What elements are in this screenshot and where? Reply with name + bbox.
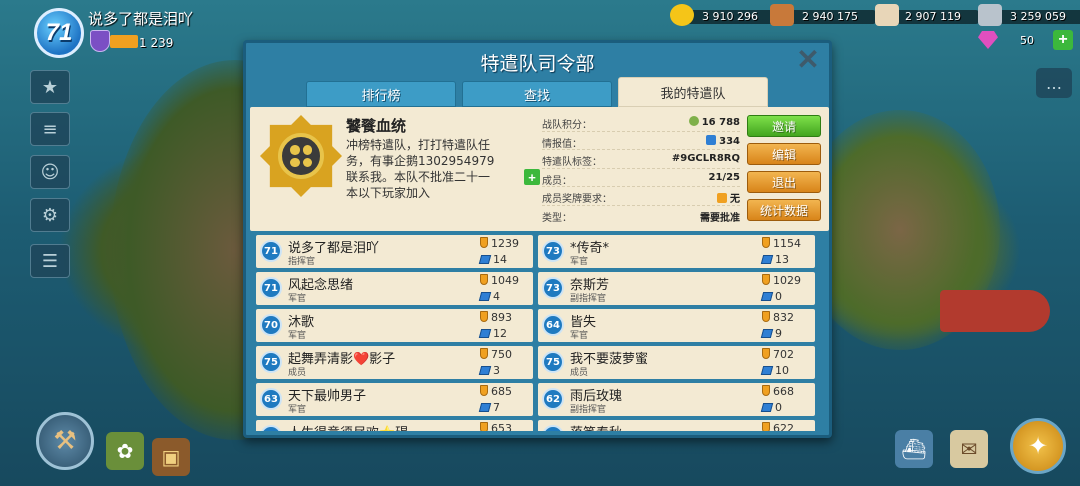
member-row[interactable]: 71 风起念思绪 军官 1049 4 (256, 272, 533, 305)
task-force-headquarters-panel: 特遣队司令部 ✕ 排行榜 查找 我的特遣队 饕餮血统 冲榜特遣队，打打特遣队任务… (243, 40, 832, 438)
player-name: 说多了都是泪吖 (88, 10, 194, 28)
statistics-button[interactable]: 统计数据 (747, 199, 821, 221)
member-row[interactable]: 71 说多了都是泪吖 指挥官 1239 14 (256, 235, 533, 268)
panel-title: 特遣队司令部 (480, 53, 595, 75)
close-icon[interactable]: ✕ (795, 46, 821, 74)
gold-coin-icon (670, 4, 694, 26)
panel-tabs: 排行榜 查找 我的特遣队 (306, 77, 774, 107)
medal-icon (480, 311, 488, 322)
settings-gear-button[interactable]: ⚙ (30, 198, 70, 232)
medal-icon (762, 348, 770, 359)
medal-icon (480, 274, 488, 285)
intel-icon (478, 403, 492, 412)
medal-count: 1 239 (139, 36, 174, 50)
medal-icon (480, 348, 488, 359)
rankings-button[interactable]: ≡ (30, 112, 70, 146)
member-row[interactable]: 70 沐歌 军官 893 12 (256, 309, 533, 342)
medal-bar (110, 35, 138, 48)
boat-button[interactable]: ⛴ (895, 430, 933, 468)
intel-icon (706, 134, 717, 145)
iron-icon (978, 4, 1002, 26)
chest-button[interactable]: ▣ (152, 438, 190, 476)
medal-icon (762, 385, 770, 396)
stat-row: 特遣队标签： #9GCLR8RQ (542, 150, 740, 169)
stat-row: 成员： 21/25 (542, 169, 740, 187)
stat-row: 成员奖牌要求： 无 (542, 187, 740, 206)
member-row[interactable]: 75 我不要菠萝蜜 成员 702 10 (538, 346, 815, 379)
medal-icon (762, 237, 770, 248)
tab-search[interactable]: 查找 (462, 81, 612, 107)
player-level-badge[interactable]: 71 (34, 8, 84, 58)
member-row[interactable]: 51落笔春秋 622 (538, 420, 815, 431)
resource-iron: 3 259 059 (978, 4, 1080, 26)
intel-icon (760, 366, 774, 375)
community-button[interactable]: ☺ (30, 155, 70, 189)
member-row[interactable]: 67人生得意须尽欢⭐碣 653 (256, 420, 533, 431)
member-row[interactable]: 73 *传奇* 军官 1154 13 (538, 235, 815, 268)
team-info-box: 饕餮血统 冲榜特遣队，打打特遣队任务，有事企鹅1302954979联系我。本队不… (250, 107, 829, 231)
inventory-button[interactable]: ✿ (106, 432, 144, 470)
intel-icon (478, 366, 492, 375)
member-list[interactable]: 71 说多了都是泪吖 指挥官 1239 14 73 *传奇* 军官 1154 13 71… (256, 235, 825, 431)
medal-icon (90, 30, 110, 52)
news-button[interactable]: ☰ (30, 244, 70, 278)
tab-my-task-force[interactable]: 我的特遣队 (618, 77, 768, 107)
gem-count: 50 (1020, 34, 1034, 47)
intel-icon (760, 255, 774, 264)
resource-stone: 2 907 119 (875, 4, 979, 26)
resource-wood: 2 940 175 (770, 4, 876, 26)
leaderboard-star-button[interactable]: ★ (30, 70, 70, 104)
build-hammer-button[interactable]: ⚒ (36, 412, 94, 470)
stat-row: 战队积分： 16 788 (542, 113, 740, 132)
edit-button[interactable]: 编辑 (747, 143, 821, 165)
intel-icon (478, 292, 492, 301)
member-row[interactable]: 62 雨后玫瑰 副指挥官 668 0 (538, 383, 815, 416)
resource-gold: 3 910 296 (670, 4, 776, 26)
stat-row: 类型： 需要批准 (542, 212, 740, 224)
intel-icon (478, 329, 492, 338)
eye-points-icon (688, 116, 699, 126)
attack-compass-button[interactable]: ✦ (1010, 418, 1066, 474)
medal-icon (480, 385, 488, 396)
boat (940, 290, 1050, 332)
medal-icon (480, 237, 488, 248)
intel-icon (478, 255, 492, 264)
intel-icon (760, 329, 774, 338)
wood-icon (770, 4, 794, 26)
team-stats: 战队积分： 16 788 情报值： 334 特遣队标签： #9GCLR8RQ 成… (542, 113, 740, 224)
medal-icon (480, 422, 488, 431)
team-name: 饕餮血统 (346, 117, 407, 135)
stat-row: 情报值： 334 (542, 132, 740, 150)
leave-button[interactable]: 退出 (747, 171, 821, 193)
medal-icon (762, 274, 770, 285)
member-row[interactable]: 64 皆失 军官 832 9 (538, 309, 815, 342)
medal-icon (717, 193, 727, 203)
medal-icon (762, 422, 770, 431)
map-button[interactable]: ✉ (950, 430, 988, 468)
tab-leaderboard[interactable]: 排行榜 (306, 81, 456, 107)
intel-icon (760, 292, 774, 301)
member-row[interactable]: 73 奈斯芳 副指挥官 1029 0 (538, 272, 815, 305)
team-emblem-icon (260, 115, 342, 197)
stone-icon (875, 4, 899, 26)
add-member-button[interactable]: + (524, 169, 540, 185)
invite-button[interactable]: 邀请 (747, 115, 821, 137)
member-row[interactable]: 75 起舞弄清影❤️影子 成员 750 3 (256, 346, 533, 379)
team-description: 冲榜特遣队，打打特遣队任务，有事企鹅1302954979联系我。本队不批准二十一… (346, 138, 495, 200)
chat-button[interactable]: … (1036, 68, 1072, 98)
add-gems-button[interactable]: + (1053, 30, 1073, 50)
member-row[interactable]: 63 天下最帅男子 军官 685 7 (256, 383, 533, 416)
medal-icon (762, 311, 770, 322)
intel-icon (760, 403, 774, 412)
